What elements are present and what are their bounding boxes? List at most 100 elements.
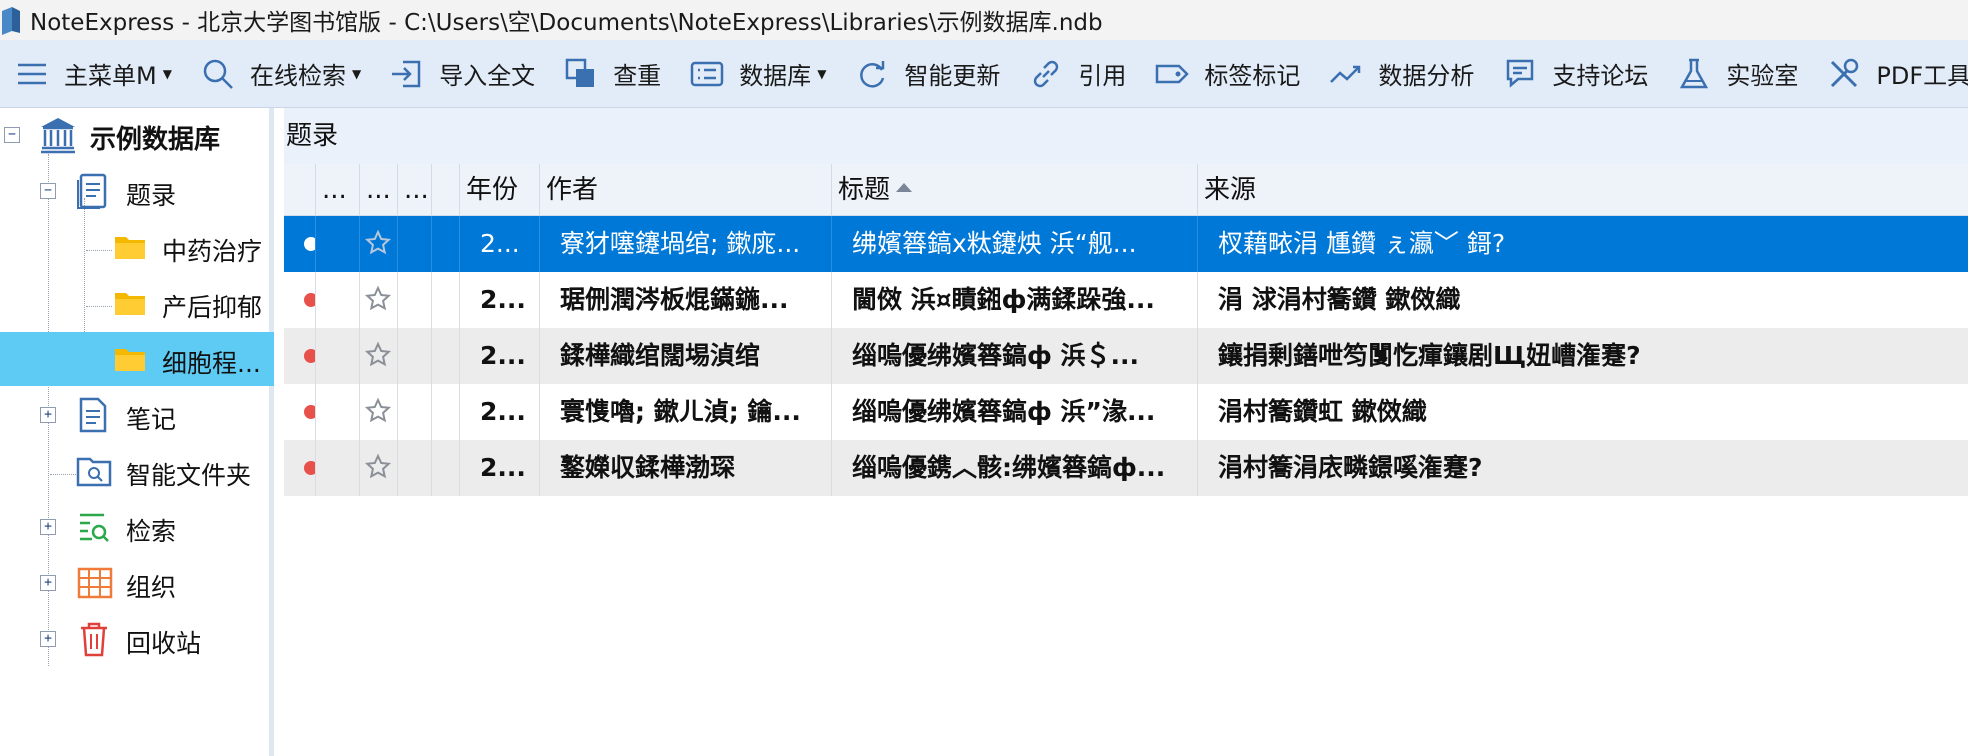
row-source: 鑲捐剰鐥呭笉闅忔瘒鑲剧Щ妞嶆潅蹇? [1218,341,1641,370]
row-year: 2... [460,328,540,384]
main-toolbar: 主菜单M ▼ 在线检索 ▼ 导入全文 查重 数据库 ▼ 智能更新 引用 标签标记 数据… [0,40,1968,108]
row-read-cell [316,216,360,272]
column-header-year[interactable]: 年份 [460,164,540,216]
tree-item-notes[interactable]: + 笔记 [0,388,274,442]
column-header-title[interactable]: 标题 [832,164,1198,216]
column-header-author[interactable]: 作者 [540,164,832,216]
column-header-star[interactable]: ... [360,164,398,216]
tree-item-label: 细胞程... [162,349,261,378]
row-blank-cell [432,216,460,272]
row-star-cell[interactable] [360,216,398,272]
table-row[interactable]: 2... 鐜嬫収鍒樺渤琛 缁嗚優鎸︿骸:绋嬪簭鎬ф... 涓村簥涓庡疄鐛嗘潅蹇? [284,440,1968,496]
row-year: 2... [460,384,540,440]
table-row[interactable]: 2... 琚侀潤涔板焜鏋鍦... 閫傚 浜¤瞔鎺ф满鍒跺強... 涓 浗涓村簥鑽… [284,272,1968,328]
database-button[interactable]: 数据库 ▼ [675,40,840,107]
trend-icon [1330,65,1361,83]
row-year: 2... [460,440,540,496]
row-blank-cell [432,328,460,384]
row-select-cell[interactable] [284,272,316,328]
tree-item-smart-folder[interactable]: 智能文件夹 [0,444,274,498]
row-star-cell[interactable] [360,328,398,384]
smart-update-button[interactable]: 智能更新 [840,40,1014,107]
row-attachment-cell [398,216,432,272]
row-star-cell[interactable] [360,272,398,328]
column-header-select[interactable] [284,164,316,216]
row-select-cell[interactable] [284,384,316,440]
tree-item-references[interactable]: − 题录 [0,164,274,218]
database-icon [690,61,724,86]
star-icon[interactable] [364,341,392,369]
smart-folder-icon [76,454,112,488]
duplicate-check-button[interactable]: 查重 [549,40,675,107]
hamburger-menu-icon [18,63,46,84]
tree-item-recycle-bin[interactable]: + 回收站 [0,612,274,666]
folder-tree: − 示例数据库 − 题录 中药治疗 产后抑郁 细胞程... + 笔记 智能文件夹… [0,108,274,756]
row-source: 涓村簥涓庡疄鐛嗘潅蹇? [1218,453,1483,482]
row-select-cell[interactable] [284,328,316,384]
table-row[interactable]: 2... 寰愯嚕; 鏉ㄦ湞; 鑰... 缁嗚優绋嬪簭鎬ф 浜”湪... 涓村簥鑽… [284,384,1968,440]
note-icon [76,396,110,434]
table-row[interactable]: 2... 寮犲噻鑳堝绾; 鏉庣... 绋嬪簭鎬х粏鑳炴 浜“舰... 杈藉畩涓 … [284,216,1968,272]
table-row[interactable]: 2... 鍒樺織绾闊埸湞绾 缁嗚優绋嬪簭鎬ф 浜＄... 鑲捐剰鐥呭笉闅忔瘒鑲剧… [284,328,1968,384]
row-author: 寮犲噻鑳堝绾; 鏉庣... [540,216,832,272]
expand-icon[interactable]: + [40,407,56,423]
chevron-down-icon: ▼ [351,66,362,81]
main-menu-button[interactable]: 主菜单M ▼ [0,40,186,107]
row-blank-cell [432,440,460,496]
star-icon[interactable] [364,285,392,313]
tree-item-search[interactable]: + 检索 [0,500,274,554]
row-year: 2... [460,272,540,328]
tree-item-organize[interactable]: + 组织 [0,556,274,610]
star-icon[interactable] [364,229,392,257]
row-source: 杈藉畩涓 尰鑽 ぇ瀛﹀ 鎶? [1218,229,1506,258]
link-icon [1034,60,1059,87]
tree-item-label: 检索 [126,517,177,546]
row-select-cell[interactable] [284,216,316,272]
collapse-icon[interactable]: − [4,127,20,143]
row-attachment-cell [398,328,432,384]
tag-mark-button[interactable]: 标签标记 [1140,40,1314,107]
tree-item-folder-selected[interactable]: 细胞程... [0,332,274,386]
expand-icon[interactable]: + [40,631,56,647]
unread-dot-icon [304,293,315,307]
column-header-attachment[interactable]: ... [398,164,432,216]
column-header-source[interactable]: 来源 [1198,164,1968,216]
import-fulltext-button[interactable]: 导入全文 [375,40,549,107]
lab-button[interactable]: 实验室 [1662,40,1812,107]
row-star-cell[interactable] [360,440,398,496]
search-icon [203,59,233,89]
column-header-blank[interactable] [432,164,460,216]
pdf-tools-button[interactable]: PDF工具 [1812,40,1968,107]
tree-item-label: 题录 [126,181,177,210]
expand-icon[interactable]: + [40,519,56,535]
row-read-cell [316,272,360,328]
star-icon[interactable] [364,453,392,481]
tag-icon [1156,64,1190,83]
reference-list-panel: 题录 ... ... ... 年份 作者 标题 来源 2... 寮犲噻鑳堝绾; … [284,108,1968,756]
organize-table-icon [76,565,114,601]
row-select-cell[interactable] [284,440,316,496]
folder-icon [114,234,146,260]
row-title: 绋嬪簭鎬х粏鑳炴 浜“舰... [832,216,1198,272]
tree-item-root[interactable]: − 示例数据库 [0,108,274,162]
collapse-icon[interactable]: − [40,183,56,199]
star-icon[interactable] [364,397,392,425]
row-attachment-cell [398,384,432,440]
row-read-cell [316,328,360,384]
data-analysis-button[interactable]: 数据分析 [1314,40,1488,107]
tools-icon [1831,58,1859,87]
chevron-down-icon: ▼ [162,66,172,81]
search-list-icon [76,509,112,545]
row-star-cell[interactable] [360,384,398,440]
online-search-button[interactable]: 在线检索 ▼ [186,40,375,107]
cite-button[interactable]: 引用 [1014,40,1140,107]
support-forum-button[interactable]: 支持论坛 [1488,40,1662,107]
expand-icon[interactable]: + [40,575,56,591]
row-source: 涓村簥鑽虹 鏉傚織 [1218,397,1427,426]
tree-item-folder[interactable]: 中药治疗 [0,220,274,274]
tree-item-label: 笔记 [126,405,177,434]
row-blank-cell [432,384,460,440]
tree-item-folder[interactable]: 产后抑郁 [0,276,274,330]
column-header-read-status[interactable]: ... [316,164,360,216]
row-year: 2... [460,216,540,272]
